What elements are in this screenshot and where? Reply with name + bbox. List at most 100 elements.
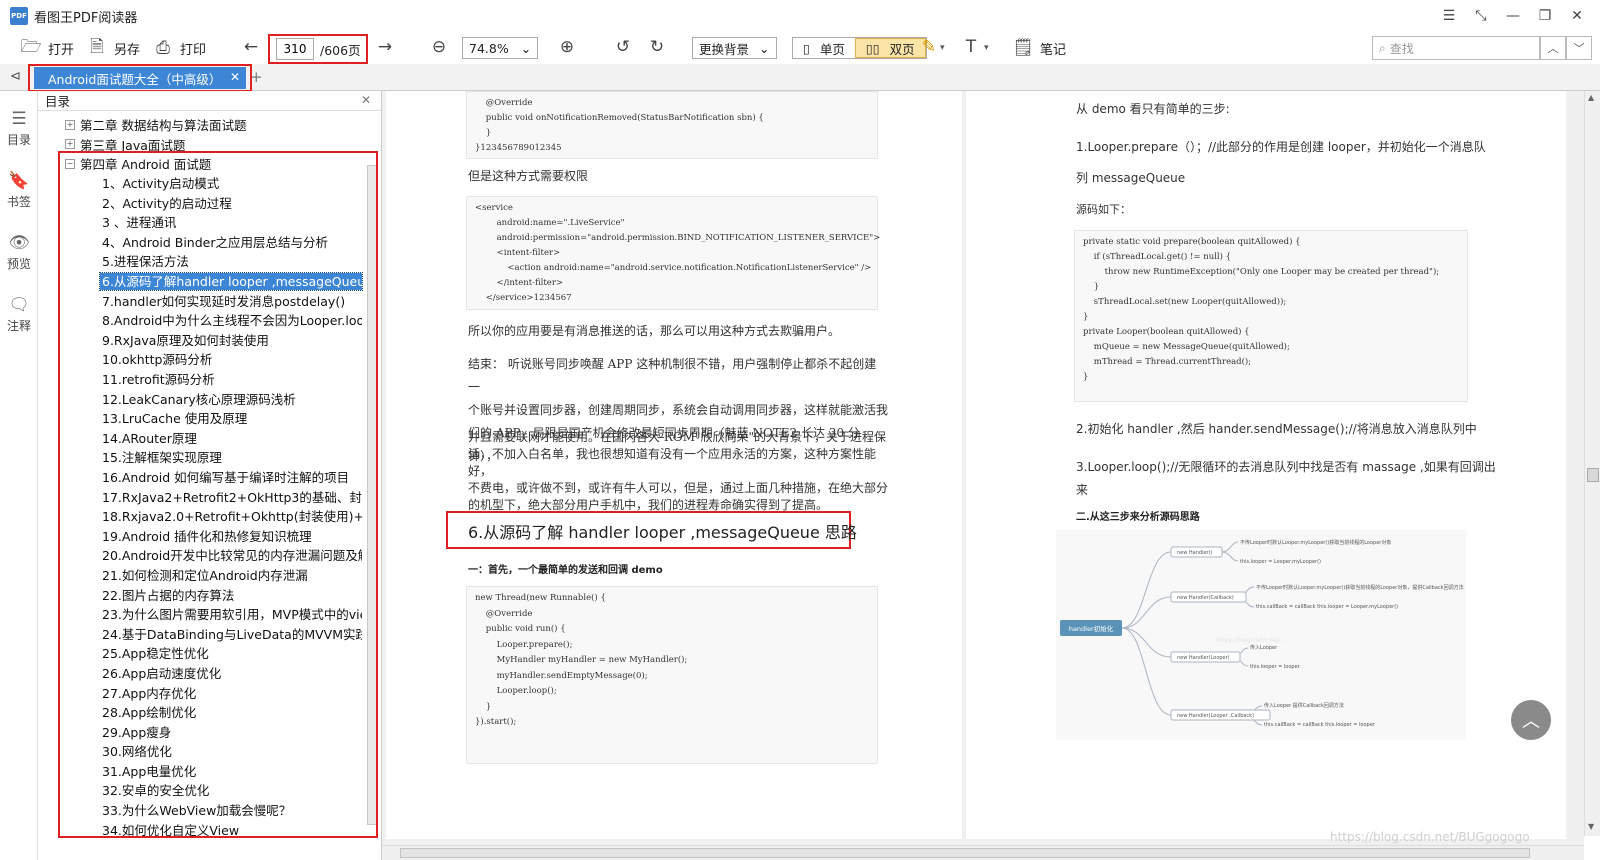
highlighter-icon[interactable]: ✎: [918, 37, 940, 57]
scroll-up-icon[interactable]: ▲: [1588, 93, 1594, 102]
mind-map-branches: new Handler() 不传Looper时默认Looper.myLooper(…: [1170, 539, 1464, 728]
open-label: 打开: [48, 42, 75, 58]
zoom-in-icon[interactable]: ⊕: [556, 37, 578, 57]
expand-icon[interactable]: +: [65, 119, 75, 130]
outline-item[interactable]: 2、Activity的启动过程: [38, 193, 368, 213]
collapse-sidebar-icon[interactable]: ⊲: [10, 69, 21, 84]
background-select[interactable]: 更换背景 ⌄: [692, 37, 777, 59]
rail-bookmark[interactable]: 🔖 书签: [0, 171, 38, 210]
page-navigator: /606页: [268, 34, 368, 64]
outline-scrollbar[interactable]: [367, 115, 377, 827]
outline-item[interactable]: 16.Android 如何编写基于编译时注解的项目: [38, 468, 368, 488]
outline-item[interactable]: 3 、进程通讯: [38, 213, 368, 233]
outline-item[interactable]: 11.retrofit源码分析: [38, 370, 368, 390]
open-button[interactable]: 🗁 打开: [14, 35, 80, 61]
outline-item[interactable]: 15.注解框架实现原理: [38, 448, 368, 468]
outline-item[interactable]: 34.如何优化自定义View: [38, 820, 368, 840]
outline-item[interactable]: 24.基于DataBinding与LiveData的MVVM实践: [38, 624, 368, 644]
outline-chapter[interactable]: − 第四章 Android 面试题: [38, 154, 368, 174]
outline-item[interactable]: 17.RxJava2+Retrofit2+OkHttp3的基础、封装和: [38, 487, 368, 507]
outline-item[interactable]: 20.Android开发中比较常见的内存泄漏问题及解决: [38, 546, 368, 566]
horizontal-scroll-thumb[interactable]: [400, 848, 1530, 858]
prev-page-icon[interactable]: ←: [240, 37, 262, 57]
outline-chapter[interactable]: + 第三章 Java面试题: [38, 135, 368, 155]
scroll-down-icon[interactable]: ▼: [1588, 822, 1594, 831]
outline-item[interactable]: 7.handler如何实现延时发消息postdelay(): [38, 291, 368, 311]
outline-item[interactable]: 10.okhttp源码分析: [38, 350, 368, 370]
outline-item[interactable]: 9.RxJava原理及如何封装使用: [38, 331, 368, 351]
outline-item[interactable]: 19.Android 插件化和热修复知识梳理: [38, 526, 368, 546]
outline-item[interactable]: 25.App稳定性优化: [38, 644, 368, 664]
code-line: }).start();: [475, 717, 517, 727]
close-icon[interactable]: ✕: [361, 93, 371, 107]
outline-item[interactable]: 30.网络优化: [38, 742, 368, 762]
close-icon[interactable]: ✕: [1564, 4, 1590, 28]
text-line: 个账号并设置同步器，创建周期同步，系统会自动调用同步器，这样就能激活我: [468, 403, 889, 417]
outline-item-label: 8.Android中为什么主线程不会因为Looper.loop(: [102, 313, 362, 329]
search-input[interactable]: ⌕ 查找: [1372, 36, 1540, 60]
rail-preview[interactable]: 👁 预览: [0, 233, 38, 272]
outline-item[interactable]: 1、Activity启动模式: [38, 174, 368, 194]
rotate-left-icon[interactable]: ↺: [612, 37, 634, 57]
minimize-icon[interactable]: —: [1500, 4, 1526, 28]
note-button[interactable]: 🗒 笔记: [1006, 35, 1072, 61]
chevron-down-icon[interactable]: ▾: [984, 43, 989, 53]
folder-icon: 🗁: [20, 36, 42, 57]
outline-item[interactable]: 6.从源码了解handler looper ,messageQueue思: [38, 272, 368, 292]
close-tab-icon[interactable]: ✕: [230, 70, 240, 84]
new-tab-icon[interactable]: +: [250, 68, 263, 86]
outline-item[interactable]: 29.App瘦身: [38, 722, 368, 742]
search-prev-button[interactable]: ︿: [1540, 36, 1566, 60]
mind-map-watermark: https://blog.csdn.net/...: [1216, 637, 1286, 644]
outline-item[interactable]: 14.ARouter原理: [38, 429, 368, 449]
collapse-icon[interactable]: −: [65, 158, 75, 169]
outline-item[interactable]: 8.Android中为什么主线程不会因为Looper.loop(: [38, 311, 368, 331]
outline-item[interactable]: 18.Rxjava2.0+Retrofit+Okhttp(封装使用)+MVP: [38, 507, 368, 527]
menu-icon[interactable]: ☰: [1436, 4, 1462, 28]
outline-item[interactable]: 33.为什么WebView加载会慢呢？: [38, 801, 368, 821]
chevron-down-icon: ⌄: [520, 40, 532, 56]
outline-item[interactable]: 26.App启动速度优化: [38, 664, 368, 684]
page-number-input[interactable]: [276, 38, 314, 60]
app-logo-icon: PDF: [10, 7, 28, 25]
rail-annotation[interactable]: 🗨 注释: [0, 295, 38, 334]
outline-item[interactable]: 23.为什么图片需要用软引用，MVP模式中的view: [38, 605, 368, 625]
double-page-button[interactable]: ▯▯ 双页: [854, 38, 926, 58]
outline-item[interactable]: 5.进程保活方法: [38, 252, 368, 272]
document-scrollbar[interactable]: ▲ ▼: [1584, 91, 1600, 836]
document-scroll-thumb[interactable]: [1587, 468, 1599, 482]
single-page-button[interactable]: ▯ 单页: [793, 38, 855, 58]
outline-item[interactable]: 32.安卓的安全优化: [38, 781, 368, 801]
outline-item[interactable]: 21.如何检测和定位Android内存泄漏: [38, 566, 368, 586]
background-label: 更换背景: [699, 41, 750, 57]
outline-item[interactable]: 4、Android Binder之应用层总结与分析: [38, 233, 368, 253]
outline-item[interactable]: 31.App电量优化: [38, 762, 368, 782]
horizontal-scrollbar[interactable]: [382, 845, 1584, 860]
text-line: 结束： 听说账号同步唤醒 APP 这种机制很不错，用户强制停止都杀不起创建一: [468, 357, 877, 394]
back-to-top-button[interactable]: ︿: [1511, 700, 1551, 740]
rotate-right-icon[interactable]: ↻: [646, 37, 668, 57]
document-tab[interactable]: Android面试题大全（中高级） ✕: [34, 67, 246, 89]
outline-item[interactable]: 27.App内存优化: [38, 683, 368, 703]
text-tool-icon[interactable]: T: [960, 37, 982, 57]
section-heading: 6.从源码了解 handler looper ,messageQueue 思路: [468, 523, 857, 542]
outline-item[interactable]: 12.LeakCanary核心原理源码浅析: [38, 389, 368, 409]
rail-toc[interactable]: ☰ 目录: [0, 109, 38, 148]
shrink-icon[interactable]: ⤡: [1468, 4, 1494, 28]
outline-item-label: 16.Android 如何编写基于编译时注解的项目: [102, 469, 350, 485]
outline-item[interactable]: 28.App绘制优化: [38, 703, 368, 723]
next-page-icon[interactable]: →: [374, 37, 396, 57]
print-button[interactable]: ⎙ 打印: [146, 35, 212, 61]
expand-icon[interactable]: +: [65, 139, 75, 150]
paragraph-step2: 2.初始化 handler ,然后 hander.sendMessage();/…: [1076, 422, 1477, 436]
zoom-select[interactable]: 74.8% ⌄: [462, 37, 539, 59]
save-as-button[interactable]: 🗎 另存: [80, 35, 146, 61]
outline-item[interactable]: 13.LruCache 使用及原理: [38, 409, 368, 429]
search-next-button[interactable]: ﹀: [1566, 36, 1592, 60]
outline-chapter[interactable]: + 第二章 数据结构与算法面试题: [38, 115, 368, 135]
zoom-out-icon[interactable]: ⊖: [428, 37, 450, 57]
restore-icon[interactable]: ❐: [1532, 4, 1558, 28]
chevron-down-icon[interactable]: ▾: [940, 43, 945, 53]
outline-scroll-thumb[interactable]: [367, 165, 377, 825]
outline-item[interactable]: 22.图片占据的内存算法: [38, 585, 368, 605]
